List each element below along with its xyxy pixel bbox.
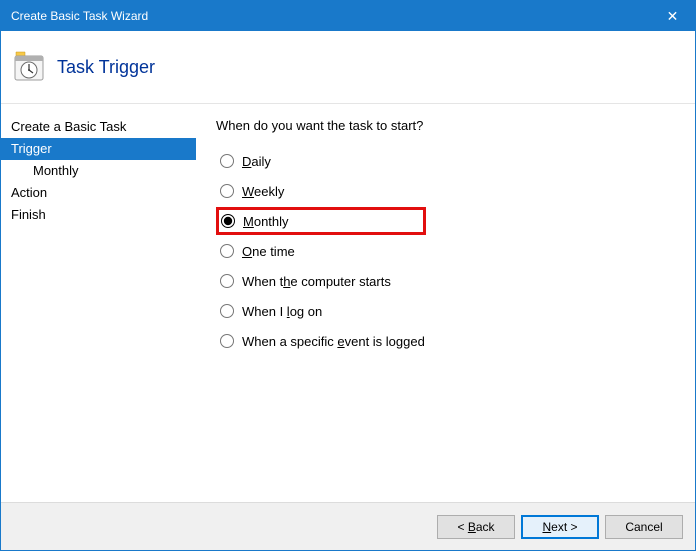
radio-row-computer-starts[interactable]: When the computer starts [216,267,685,295]
radio-row-event[interactable]: When a specific event is logged [216,327,685,355]
radio-label-logon: When I log on [242,304,322,319]
radio-event[interactable] [220,334,234,348]
radio-row-weekly[interactable]: Weekly [216,177,685,205]
window-title: Create Basic Task Wizard [11,9,148,23]
chevron-left-icon: < [457,520,464,534]
radio-row-daily[interactable]: Daily [216,147,685,175]
radio-row-monthly[interactable]: Monthly [216,207,426,235]
radio-row-logon[interactable]: When I log on [216,297,685,325]
radio-daily[interactable] [220,154,234,168]
radio-monthly[interactable] [221,214,235,228]
wizard-footer: < Back Next > Cancel [1,502,695,550]
page-title: Task Trigger [57,57,155,78]
close-icon: ✕ [667,8,679,25]
back-button[interactable]: < Back [437,515,515,539]
sidebar-item-trigger[interactable]: Trigger [1,138,196,160]
wizard-header: Task Trigger [1,31,695,103]
close-button[interactable]: ✕ [650,1,695,31]
radio-label-event: When a specific event is logged [242,334,425,349]
sidebar-item-finish[interactable]: Finish [1,204,196,226]
cancel-button[interactable]: Cancel [605,515,683,539]
sidebar-item-monthly[interactable]: Monthly [1,160,196,182]
wizard-sidebar: Create a Basic Task Trigger Monthly Acti… [1,104,196,502]
titlebar: Create Basic Task Wizard ✕ [1,1,695,31]
radio-onetime[interactable] [220,244,234,258]
sidebar-item-action[interactable]: Action [1,182,196,204]
radio-computer-starts[interactable] [220,274,234,288]
sidebar-item-create-task[interactable]: Create a Basic Task [1,116,196,138]
trigger-question: When do you want the task to start? [216,118,685,133]
radio-label-daily: Daily [242,154,271,169]
wizard-body: Create a Basic Task Trigger Monthly Acti… [1,103,695,502]
radio-weekly[interactable] [220,184,234,198]
wizard-content: When do you want the task to start? Dail… [196,104,695,502]
radio-label-weekly: Weekly [242,184,284,199]
radio-row-onetime[interactable]: One time [216,237,685,265]
radio-logon[interactable] [220,304,234,318]
task-scheduler-icon [11,49,47,85]
radio-label-computer-starts: When the computer starts [242,274,391,289]
radio-label-onetime: One time [242,244,295,259]
trigger-radio-group: Daily Weekly Monthly One time When the c [216,147,685,357]
next-button[interactable]: Next > [521,515,599,539]
chevron-right-icon: > [571,520,578,534]
wizard-window: Create Basic Task Wizard ✕ Task Trigger … [0,0,696,551]
radio-label-monthly: Monthly [243,214,289,229]
